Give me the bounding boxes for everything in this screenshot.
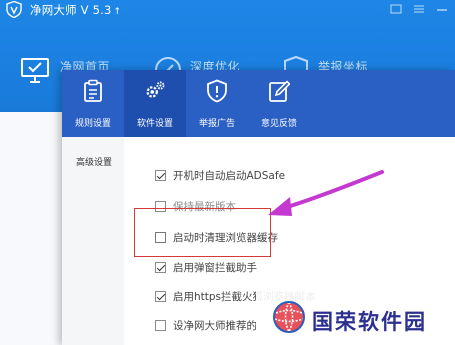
monitor-icon[interactable] [20,57,50,85]
tab-rule-settings[interactable]: 规则设置 [62,70,124,137]
menu-icon[interactable] [408,0,430,18]
option-popup-blocker[interactable]: 启用弹窗拦截助手 [155,260,257,274]
https-intercept-checkbox[interactable] [155,290,166,302]
shield-logo-icon [6,1,22,18]
app-title-text: 净网大师 V 5.3 [30,3,112,17]
gears-icon [146,81,165,98]
tab-feedback[interactable]: 意见反馈 [248,70,310,137]
screenshot-stage: 净网大师 V 5.3 ↑ 净网首页 深度优化 举报坐标 规则设置 软件设置 举报… [0,0,455,345]
tab-rule-settings-label: 规则设置 [74,119,111,129]
app-body [0,112,62,345]
app-title: 净网大师 V 5.3 ↑ [30,2,121,18]
option-popup-blocker-label: 启用弹窗拦截助手 [173,261,257,274]
tab-software-settings[interactable]: 软件设置 [124,70,186,137]
watermark-text: 国荣软件园 [312,310,427,334]
dialog-sidebar: 高级设置 [62,137,124,345]
popup-blocker-checkbox[interactable] [155,261,166,273]
edit-icon [269,80,290,102]
skin-icon[interactable] [385,0,407,18]
highlight-box [134,208,271,257]
shield-alert-icon [207,79,227,103]
globe-logo-icon [273,301,305,333]
recommended-checkbox[interactable] [155,319,166,331]
option-recommended[interactable]: 设净网大师推荐的 [155,318,257,332]
tab-feedback-label: 意见反馈 [260,119,297,129]
tab-software-settings-label: 软件设置 [136,119,173,129]
option-recommended-label: 设净网大师推荐的 [173,319,257,332]
tab-report-ads[interactable]: 举报广告 [186,70,248,137]
clipboard-icon [84,79,102,102]
dialog-tab-bar: 规则设置 软件设置 举报广告 意见反馈 [62,70,455,137]
tab-report-ads-label: 举报广告 [198,119,235,129]
minimize-icon[interactable] [431,0,453,18]
autostart-checkbox[interactable] [155,169,166,181]
update-arrow-icon[interactable]: ↑ [113,7,121,17]
pointer-arrow-icon [268,170,384,216]
sidebar-item-advanced[interactable]: 高级设置 [76,155,112,168]
